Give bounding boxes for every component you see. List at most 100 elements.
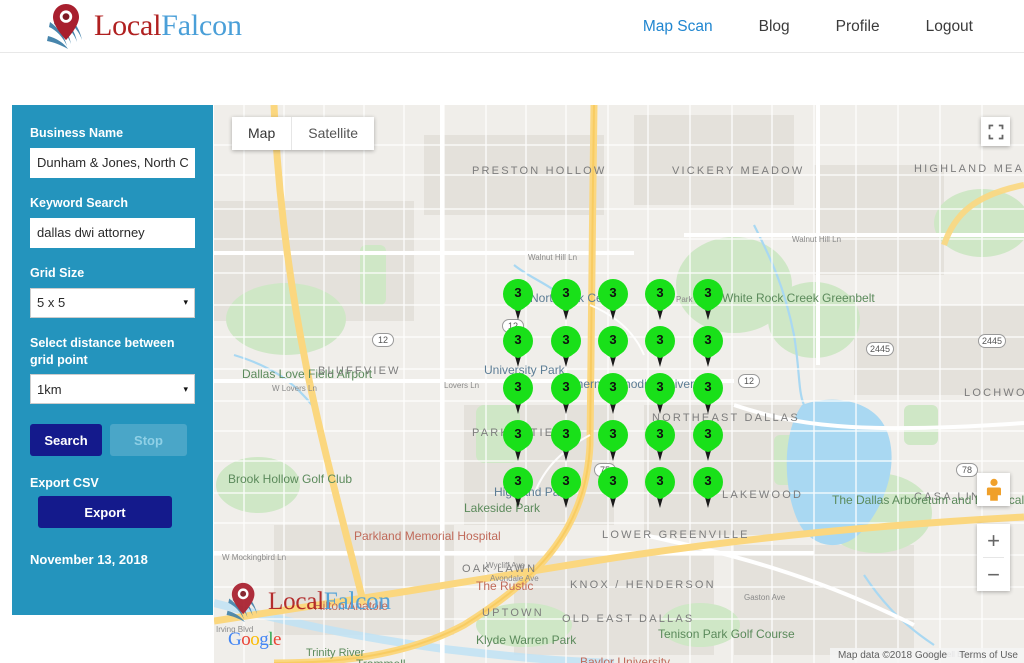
grid-marker[interactable]: 3: [500, 372, 536, 416]
grid-marker-rank: 3: [609, 285, 617, 300]
map-attribution: Map data ©2018 Google Terms of Use: [829, 648, 1024, 663]
route-shield: 2445: [866, 342, 895, 356]
map-type-satellite-button[interactable]: Satellite: [291, 117, 374, 150]
grid-marker-rank: 3: [704, 332, 712, 347]
grid-marker[interactable]: 3: [548, 278, 584, 322]
keyword-search-label: Keyword Search: [30, 195, 128, 210]
fullscreen-button[interactable]: [981, 117, 1010, 146]
grid-marker[interactable]: 3: [690, 466, 726, 510]
grid-marker[interactable]: 3: [690, 278, 726, 322]
business-name-label: Business Name: [30, 126, 124, 140]
location-pin-icon: [44, 2, 90, 50]
grid-marker-rank: 3: [656, 285, 664, 300]
zoom-out-button[interactable]: −: [977, 558, 1010, 591]
grid-marker[interactable]: 3: [500, 419, 536, 463]
grid-marker[interactable]: 3: [500, 325, 536, 369]
localfalcon-watermark: LocalFalcon: [224, 581, 391, 623]
grid-marker[interactable]: 3: [642, 372, 678, 416]
grid-marker[interactable]: 3: [548, 466, 584, 510]
grid-size-value: 5 x 5: [37, 295, 66, 311]
grid-marker[interactable]: 3: [642, 466, 678, 510]
grid-marker[interactable]: 3: [690, 419, 726, 463]
fullscreen-icon: [988, 124, 1003, 139]
scan-date: November 13, 2018: [30, 552, 148, 568]
street-view-button[interactable]: [977, 473, 1010, 506]
location-pin-icon: [224, 581, 264, 623]
keyword-search-input[interactable]: [30, 217, 195, 248]
grid-marker-rank: 3: [609, 473, 617, 488]
grid-marker[interactable]: 3: [595, 466, 631, 510]
grid-marker-rank: 3: [656, 332, 664, 347]
watermark-text-local: Local: [268, 588, 324, 615]
distance-label: Select distance between grid point: [30, 335, 175, 367]
grid-marker[interactable]: 3: [642, 325, 678, 369]
grid-marker[interactable]: 3: [595, 278, 631, 322]
brand-text-local: Local: [94, 9, 162, 42]
watermark-text-falcon: Falcon: [323, 588, 391, 615]
grid-marker[interactable]: 3: [642, 278, 678, 322]
chevron-down-icon: ▾: [183, 383, 188, 394]
grid-marker-rank: 3: [704, 379, 712, 394]
nav-item-map-scan[interactable]: Map Scan: [620, 0, 736, 53]
map-type-control: Map Satellite: [232, 117, 375, 150]
grid-marker-rank: 3: [609, 426, 617, 441]
grid-marker-rank: 3: [656, 473, 664, 488]
grid-marker-rank: 3: [514, 473, 522, 488]
search-button[interactable]: Search: [30, 424, 102, 457]
map-canvas[interactable]: PRESTON HOLLOW VICKERY MEADOW HIGHLAND MEA…: [214, 105, 1024, 663]
grid-marker[interactable]: 3: [500, 466, 536, 510]
zoom-in-button[interactable]: +: [977, 524, 1010, 557]
distance-select[interactable]: 1km ▾: [30, 374, 195, 405]
grid-marker-rank: 3: [609, 379, 617, 394]
grid-marker[interactable]: 3: [548, 419, 584, 463]
search-sidebar: Business Name Keyword Search Grid Size 5…: [12, 105, 213, 615]
export-csv-label: Export CSV: [30, 476, 99, 491]
grid-size-label: Grid Size: [30, 265, 85, 280]
grid-marker[interactable]: 3: [595, 372, 631, 416]
grid-marker-rank: 3: [609, 332, 617, 347]
grid-marker-rank: 3: [514, 285, 522, 300]
grid-marker[interactable]: 3: [690, 325, 726, 369]
grid-marker-rank: 3: [704, 473, 712, 488]
grid-marker-rank: 3: [562, 379, 570, 394]
grid-size-select[interactable]: 5 x 5 ▾: [30, 287, 195, 318]
grid-marker[interactable]: 3: [500, 278, 536, 322]
brand-wordmark: LocalFalcon: [94, 9, 242, 43]
stop-button: Stop: [110, 424, 187, 457]
grid-marker[interactable]: 3: [690, 372, 726, 416]
nav-item-profile[interactable]: Profile: [813, 0, 903, 53]
grid-marker[interactable]: 3: [548, 372, 584, 416]
grid-marker-rank: 3: [656, 379, 664, 394]
grid-marker[interactable]: 3: [548, 325, 584, 369]
grid-marker-rank: 3: [514, 379, 522, 394]
page-content: Business Name Keyword Search Grid Size 5…: [0, 53, 1024, 663]
grid-marker-rank: 3: [514, 332, 522, 347]
chevron-down-icon: ▾: [183, 297, 188, 308]
export-button[interactable]: Export: [38, 496, 172, 529]
action-button-row: Search Stop: [30, 424, 195, 457]
route-shield: 12: [738, 374, 760, 388]
route-shield: 12: [372, 333, 394, 347]
grid-marker[interactable]: 3: [595, 419, 631, 463]
grid-marker-rank: 3: [562, 332, 570, 347]
grid-marker-rank: 3: [656, 426, 664, 441]
site-header: LocalFalcon Map Scan Blog Profile Logout: [0, 0, 1024, 53]
nav-item-blog[interactable]: Blog: [736, 0, 813, 53]
nav-item-logout[interactable]: Logout: [903, 0, 996, 53]
map-type-map-button[interactable]: Map: [232, 117, 291, 150]
grid-marker-rank: 3: [562, 285, 570, 300]
grid-marker-rank: 3: [704, 285, 712, 300]
grid-marker[interactable]: 3: [642, 419, 678, 463]
grid-marker-rank: 3: [562, 426, 570, 441]
route-shield: 2445: [978, 334, 1007, 348]
business-name-input[interactable]: [30, 147, 195, 178]
route-shield: 78: [956, 463, 978, 477]
main-navigation: Map Scan Blog Profile Logout: [620, 0, 996, 53]
terms-of-use-link[interactable]: Terms of Use: [959, 650, 1018, 661]
grid-marker-rank: 3: [562, 473, 570, 488]
brand-logo[interactable]: LocalFalcon: [44, 2, 242, 50]
grid-marker-rank: 3: [704, 426, 712, 441]
grid-marker[interactable]: 3: [595, 325, 631, 369]
grid-marker-rank: 3: [514, 426, 522, 441]
distance-value: 1km: [37, 381, 62, 397]
